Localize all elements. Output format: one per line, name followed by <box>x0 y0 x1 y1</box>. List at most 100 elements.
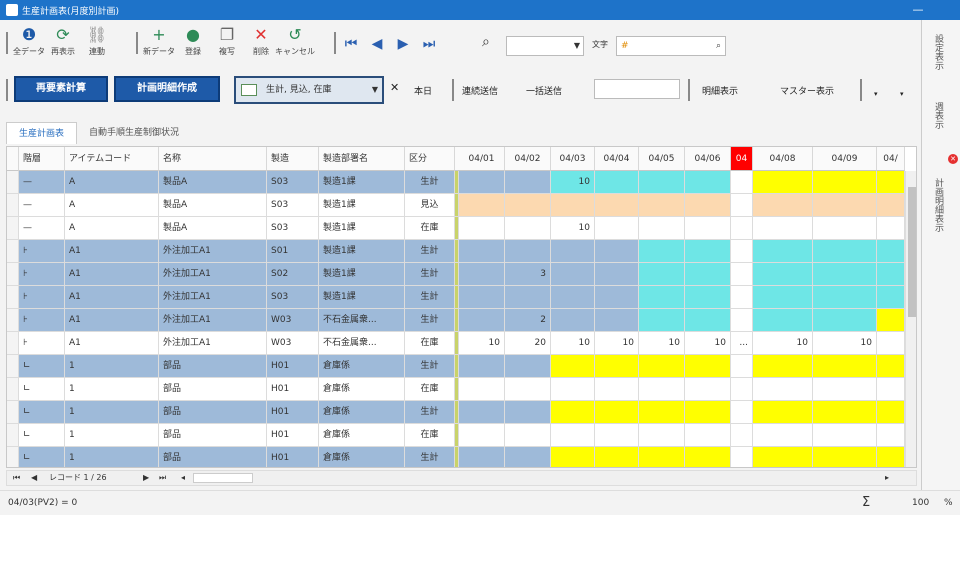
date-column-header[interactable]: 04/01 <box>459 147 505 171</box>
cell-date-value[interactable] <box>731 194 753 217</box>
cell-dept[interactable]: 不石金属衆... <box>319 332 405 355</box>
cell-date-value[interactable] <box>459 171 505 194</box>
cell-date-value[interactable] <box>639 355 685 378</box>
prev-page-icon[interactable]: ◀ <box>31 471 37 485</box>
binoculars-icon[interactable]: ⌕ <box>482 34 490 50</box>
cell-level[interactable]: ⊦ <box>19 286 65 309</box>
cell-date-value[interactable] <box>813 263 877 286</box>
cell-level[interactable]: ⊦ <box>19 240 65 263</box>
toolbar-button-plus[interactable]: + 新データ <box>142 24 176 57</box>
cell-date-value[interactable]: 10 <box>551 332 595 355</box>
cell-date-value[interactable] <box>505 171 551 194</box>
cell-level[interactable]: ∟ <box>19 447 65 467</box>
cell-date-value[interactable] <box>459 401 505 424</box>
cell-date-value[interactable] <box>595 171 639 194</box>
cell-date-value[interactable] <box>753 217 813 240</box>
column-header[interactable]: 名称 <box>159 147 267 171</box>
row-selector[interactable] <box>7 309 19 332</box>
cell-date-value[interactable] <box>639 240 685 263</box>
tab-0[interactable]: 生産計画表 <box>6 122 78 144</box>
next-page-icon[interactable]: ▶ <box>143 471 149 485</box>
cell-date-value[interactable] <box>551 447 595 467</box>
cell-date-value[interactable]: 10 <box>551 217 595 240</box>
cell-date-value[interactable] <box>459 263 505 286</box>
cell-level[interactable]: ∟ <box>19 401 65 424</box>
cell-date-value[interactable] <box>813 355 877 378</box>
cell-date-value[interactable] <box>505 378 551 401</box>
row-selector[interactable] <box>7 217 19 240</box>
cell-date-value[interactable] <box>685 240 731 263</box>
cell-date-value[interactable] <box>505 240 551 263</box>
cell-level[interactable]: — <box>19 194 65 217</box>
cell-item[interactable]: 1 <box>65 378 159 401</box>
cell-date-value[interactable] <box>731 401 753 424</box>
row-selector[interactable] <box>7 424 19 447</box>
cell-date-value[interactable] <box>505 447 551 467</box>
create-plan-button[interactable]: 計画明細作成 <box>114 76 220 102</box>
cell-date-value[interactable] <box>459 286 505 309</box>
cell-date-value[interactable] <box>551 286 595 309</box>
cell-date-value[interactable] <box>459 355 505 378</box>
horizontal-scrollbar[interactable]: ⏮ ◀ レコード 1 / 26 ▶ ⏭ ◂ ▸ <box>6 470 917 486</box>
cell-name[interactable]: 外注加工A1 <box>159 263 267 286</box>
cell-dept[interactable]: 製造1課 <box>319 286 405 309</box>
cell-date-value[interactable] <box>551 355 595 378</box>
date-column-header[interactable]: 04/04 <box>595 147 639 171</box>
side-item-settings[interactable]: 設定表示 <box>932 34 945 70</box>
cell-date-value[interactable] <box>877 424 905 447</box>
cell-date-value[interactable]: 10 <box>753 332 813 355</box>
cell-level[interactable]: ∟ <box>19 355 65 378</box>
cell-item[interactable]: A <box>65 194 159 217</box>
cell-date-value[interactable] <box>753 378 813 401</box>
side-item-plan-detail[interactable]: 計画明細表示 <box>932 178 945 232</box>
cell-date-value[interactable] <box>551 263 595 286</box>
cell-date-value[interactable] <box>877 240 905 263</box>
cell-date-value[interactable] <box>685 378 731 401</box>
cell-dept[interactable]: 製造1課 <box>319 217 405 240</box>
first-record-icon[interactable]: ⏮ <box>338 24 364 64</box>
cell-name[interactable]: 部品 <box>159 355 267 378</box>
cell-dept[interactable]: 製造1課 <box>319 171 405 194</box>
cell-date-value[interactable] <box>685 194 731 217</box>
toolbar-button-undo[interactable]: ↺ キャンセル <box>275 24 315 57</box>
cell-date-value[interactable] <box>813 424 877 447</box>
cell-date-value[interactable] <box>595 240 639 263</box>
cell-date-value[interactable] <box>685 217 731 240</box>
overflow-icon[interactable]: ▾ <box>900 90 904 98</box>
cell-date-value[interactable] <box>505 355 551 378</box>
cell-level[interactable]: ∟ <box>19 378 65 401</box>
cell-item[interactable]: A1 <box>65 240 159 263</box>
cell-type[interactable]: 在庫 <box>405 424 455 447</box>
cell-date-value[interactable] <box>685 447 731 467</box>
cell-date-value[interactable]: 10 <box>813 332 877 355</box>
cell-date-value[interactable] <box>685 401 731 424</box>
cell-dept[interactable]: 倉庫係 <box>319 355 405 378</box>
cell-date-value[interactable] <box>595 355 639 378</box>
cell-date-value[interactable] <box>877 309 905 332</box>
cell-date-value[interactable] <box>459 240 505 263</box>
recalc-button[interactable]: 再要素計算 <box>14 76 108 102</box>
cell-date-value[interactable] <box>551 378 595 401</box>
cell-level[interactable]: — <box>19 217 65 240</box>
cell-type[interactable]: 生計 <box>405 171 455 194</box>
cell-date-value[interactable] <box>685 171 731 194</box>
cell-name[interactable]: 外注加工A1 <box>159 332 267 355</box>
cell-date-value[interactable] <box>505 424 551 447</box>
cell-date-value[interactable]: ... <box>731 332 753 355</box>
cell-date-value[interactable] <box>753 240 813 263</box>
cell-name[interactable]: 外注加工A1 <box>159 309 267 332</box>
cell-date-value[interactable] <box>813 286 877 309</box>
cell-name[interactable]: 部品 <box>159 424 267 447</box>
cell-type[interactable]: 生計 <box>405 286 455 309</box>
cell-code[interactable]: W03 <box>267 332 319 355</box>
cell-date-value[interactable] <box>595 447 639 467</box>
cell-date-value[interactable] <box>731 424 753 447</box>
cell-date-value[interactable] <box>595 401 639 424</box>
cell-code[interactable]: S03 <box>267 286 319 309</box>
cell-date-value[interactable] <box>685 263 731 286</box>
cell-date-value[interactable] <box>551 424 595 447</box>
last-record-icon[interactable]: ⏭ <box>416 24 442 64</box>
cell-date-value[interactable] <box>505 217 551 240</box>
cell-date-value[interactable] <box>639 309 685 332</box>
tab-1[interactable]: 自動手順生産制御状況 <box>77 122 191 144</box>
